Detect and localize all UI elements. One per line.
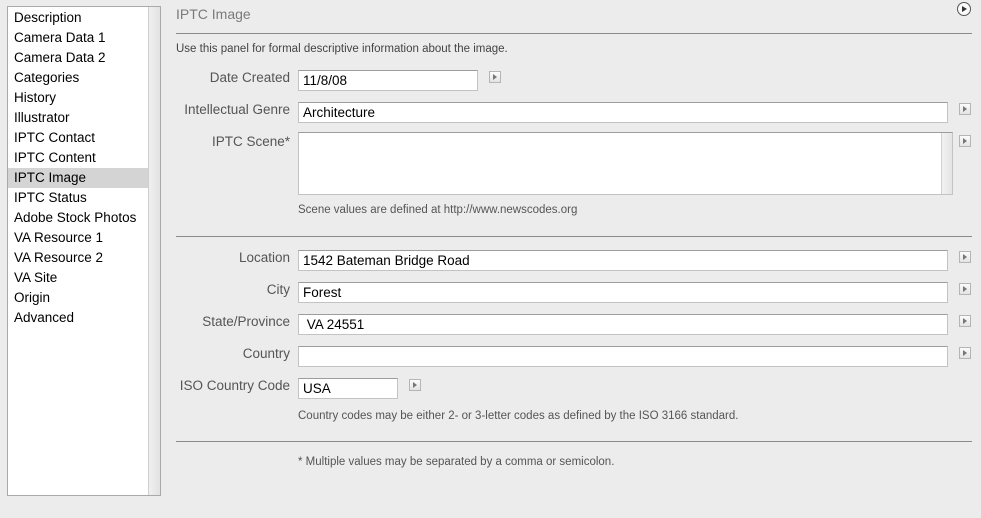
intellectual-genre-field[interactable]: Architecture [298, 102, 948, 123]
footnote: * Multiple values may be separated by a … [298, 456, 615, 468]
date-created-menu-triangle-icon[interactable] [489, 71, 501, 83]
country-label: Country [242, 346, 290, 361]
location-menu-triangle-icon[interactable] [959, 251, 971, 263]
date-created-label: Date Created [209, 70, 290, 85]
iptc-scene-field[interactable] [298, 132, 953, 195]
panel-description: Use this panel for formal descriptive in… [176, 43, 508, 55]
iso-country-code-label: ISO Country Code [179, 378, 290, 393]
sidebar-item-origin[interactable]: Origin [8, 288, 149, 308]
city-menu-triangle-icon[interactable] [959, 283, 971, 295]
sidebar-item-camera-data-2[interactable]: Camera Data 2 [8, 48, 149, 68]
state-province-field[interactable]: VA 24551 [298, 314, 948, 335]
panel-title: IPTC Image [176, 6, 251, 22]
sidebar-item-categories[interactable]: Categories [8, 68, 149, 88]
sidebar-item-iptc-content[interactable]: IPTC Content [8, 148, 149, 168]
sidebar-item-description[interactable]: Description [8, 8, 149, 28]
location-label: Location [238, 250, 290, 265]
sidebar-item-iptc-image[interactable]: IPTC Image [8, 168, 149, 188]
country-menu-triangle-icon[interactable] [959, 347, 971, 359]
sidebar-item-iptc-status[interactable]: IPTC Status [8, 188, 149, 208]
city-field[interactable]: Forest [298, 282, 948, 303]
sidebar-item-advanced[interactable]: Advanced [8, 308, 149, 328]
iso-country-code-hint: Country codes may be either 2- or 3-lett… [298, 410, 739, 422]
sidebar-item-history[interactable]: History [8, 88, 149, 108]
sidebar-item-iptc-contact[interactable]: IPTC Contact [8, 128, 149, 148]
section-divider-2 [176, 441, 972, 442]
sidebar-item-va-resource-1[interactable]: VA Resource 1 [8, 228, 149, 248]
iptc-scene-scrollbar[interactable] [941, 133, 952, 194]
iso-country-code-field[interactable]: USA [298, 378, 398, 399]
sidebar-item-camera-data-1[interactable]: Camera Data 1 [8, 28, 149, 48]
iptc-scene-menu-triangle-icon[interactable] [959, 135, 971, 147]
category-sidebar: Description Camera Data 1 Camera Data 2 … [7, 6, 161, 496]
sidebar-item-illustrator[interactable]: Illustrator [8, 108, 149, 128]
section-divider-1 [176, 236, 972, 237]
category-list: Description Camera Data 1 Camera Data 2 … [8, 7, 149, 328]
iptc-image-panel-window: Description Camera Data 1 Camera Data 2 … [0, 0, 981, 518]
intellectual-genre-menu-triangle-icon[interactable] [959, 103, 971, 115]
state-province-menu-triangle-icon[interactable] [959, 315, 971, 327]
intellectual-genre-label: Intellectual Genre [184, 102, 290, 117]
location-field[interactable]: 1542 Bateman Bridge Road [298, 250, 948, 271]
iptc-scene-label: IPTC Scene* [211, 134, 290, 149]
header-divider [176, 33, 972, 34]
city-label: City [266, 282, 290, 297]
iptc-scene-hint: Scene values are defined at http://www.n… [298, 204, 578, 216]
country-field[interactable] [298, 346, 948, 367]
state-province-label: State/Province [202, 314, 290, 329]
sidebar-item-adobe-stock-photos[interactable]: Adobe Stock Photos [8, 208, 149, 228]
date-created-field[interactable]: 11/8/08 [298, 70, 478, 91]
circle-play-icon[interactable] [957, 2, 971, 16]
sidebar-item-va-resource-2[interactable]: VA Resource 2 [8, 248, 149, 268]
iso-country-code-menu-triangle-icon[interactable] [409, 379, 421, 391]
sidebar-item-va-site[interactable]: VA Site [8, 268, 149, 288]
sidebar-scrollbar[interactable] [148, 7, 160, 495]
